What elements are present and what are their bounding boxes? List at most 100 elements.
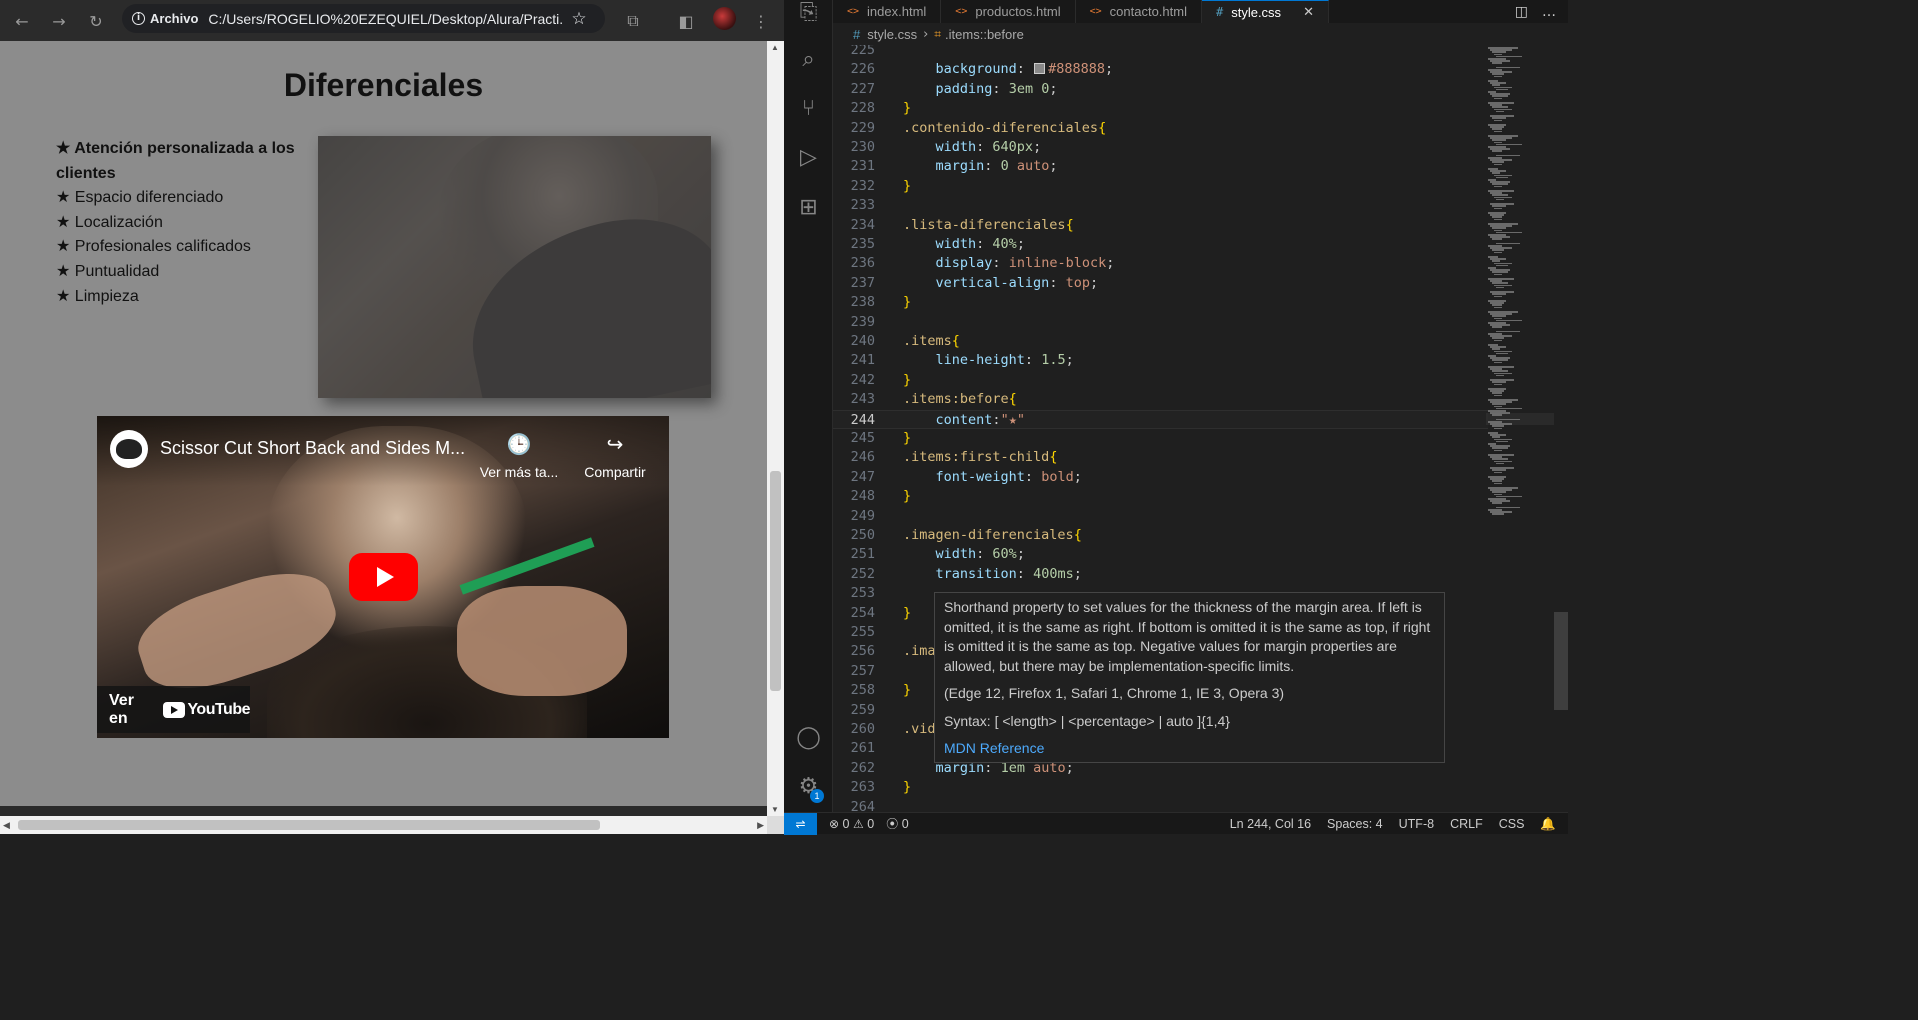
watch-on-youtube-button[interactable]: Ver en YouTube xyxy=(97,686,250,733)
explorer-icon[interactable]: ⎘ xyxy=(784,0,833,32)
code-line[interactable]: 239 xyxy=(833,313,1488,332)
code-line[interactable]: 230 width: 640px; xyxy=(833,138,1488,157)
line-number: 253 xyxy=(850,585,875,602)
code-line[interactable]: 231 margin: 0 auto; xyxy=(833,157,1488,176)
breadcrumb-symbol[interactable]: .items::before xyxy=(945,27,1024,42)
scroll-down-icon[interactable]: ▼ xyxy=(771,805,779,814)
code-line[interactable]: 235 width: 40%; xyxy=(833,235,1488,254)
scroll-up-icon[interactable]: ▲ xyxy=(771,43,779,52)
code-line[interactable]: 226 background: #888888; xyxy=(833,60,1488,79)
indentation[interactable]: Spaces: 4 xyxy=(1327,817,1383,831)
line-number: 226 xyxy=(850,61,875,78)
forward-icon[interactable]: → xyxy=(46,8,72,34)
side-panel-icon[interactable]: ◧ xyxy=(673,8,699,34)
line-ending[interactable]: CRLF xyxy=(1450,817,1483,831)
editor-scrollbar[interactable] xyxy=(1554,612,1568,710)
line-number: 237 xyxy=(850,274,875,291)
code-line[interactable]: 227 padding: 3em 0; xyxy=(833,80,1488,99)
accounts-icon[interactable]: ◯ xyxy=(784,717,833,757)
run-debug-icon[interactable]: ▷ xyxy=(784,137,833,177)
source-control-icon[interactable]: ⑂ xyxy=(784,88,833,128)
html-file-icon: <> xyxy=(955,6,968,17)
h-scroll-thumb[interactable] xyxy=(18,820,600,830)
scroll-thumb[interactable] xyxy=(770,471,781,691)
code-line[interactable]: 229 .contenido-diferenciales{ xyxy=(833,119,1488,138)
menu-icon[interactable]: ⋮ xyxy=(748,8,774,34)
horizontal-scrollbar[interactable]: ◀ ▶ xyxy=(0,816,767,834)
remote-icon[interactable]: ⇌ xyxy=(784,812,817,835)
scroll-right-icon[interactable]: ▶ xyxy=(757,820,764,831)
manage-gear-icon[interactable]: ⚙ xyxy=(784,766,833,806)
site-info-chip[interactable]: i Archivo xyxy=(132,11,198,26)
profile-avatar[interactable] xyxy=(713,7,736,30)
code-line[interactable]: 249 xyxy=(833,507,1488,526)
code-line[interactable]: 241 line-height: 1.5; xyxy=(833,351,1488,370)
code-line[interactable]: 236 display: inline-block; xyxy=(833,254,1488,273)
color-swatch[interactable] xyxy=(1034,63,1046,75)
youtube-embed[interactable]: Scissor Cut Short Back and Sides M... 🕒 … xyxy=(97,416,669,738)
extensions-icon[interactable]: ⊞ xyxy=(784,187,833,227)
search-icon[interactable]: ⌕ xyxy=(784,39,833,79)
tab-productos-html[interactable]: <> productos.html xyxy=(941,0,1076,23)
breadcrumb-file[interactable]: style.css xyxy=(867,27,917,42)
video-title[interactable]: Scissor Cut Short Back and Sides M... xyxy=(160,438,470,459)
code-line[interactable]: 244 content:"★" xyxy=(833,409,1488,429)
code-text: width: 60%; xyxy=(935,546,1025,563)
share-button[interactable]: ↪ Compartir xyxy=(575,432,655,480)
cursor-position[interactable]: Ln 244, Col 16 xyxy=(1230,817,1311,831)
tab-index-html[interactable]: <> index.html xyxy=(833,0,942,23)
scroll-left-icon[interactable]: ◀ xyxy=(3,820,10,831)
tab-style-css[interactable]: # style.css ✕ xyxy=(1201,0,1329,23)
mdn-reference-link[interactable]: MDN Reference xyxy=(944,740,1044,756)
tab-contacto-html[interactable]: <> contacto.html xyxy=(1076,0,1202,23)
css-file-icon: # xyxy=(853,26,861,42)
code-line[interactable]: 243 .items:before{ xyxy=(833,390,1488,409)
code-line[interactable]: 234 .lista-diferenciales{ xyxy=(833,216,1488,235)
code-line[interactable]: 233 xyxy=(833,196,1488,215)
code-line[interactable]: 228} xyxy=(833,99,1488,118)
code-line[interactable]: 232} xyxy=(833,177,1488,196)
star-icon[interactable]: ☆ xyxy=(571,9,586,29)
vertical-scrollbar[interactable]: ▲ ▼ xyxy=(767,41,784,816)
close-icon[interactable]: ✕ xyxy=(1303,5,1314,20)
play-button[interactable] xyxy=(349,553,418,601)
code-line[interactable]: 252 transition: 400ms; xyxy=(833,565,1488,584)
code-line[interactable]: 250 .imagen-diferenciales{ xyxy=(833,526,1488,545)
watch-later-button[interactable]: 🕒 Ver más ta... xyxy=(475,432,563,480)
code-text: } xyxy=(903,371,912,388)
reload-icon[interactable]: ↻ xyxy=(83,8,109,34)
code-line[interactable]: 263} xyxy=(833,778,1488,797)
more-actions-icon[interactable]: … xyxy=(1542,4,1556,20)
code-line[interactable]: 237 vertical-align: top; xyxy=(833,274,1488,293)
language-mode[interactable]: CSS xyxy=(1499,817,1525,831)
code-line[interactable]: 247 font-weight: bold; xyxy=(833,468,1488,487)
minimap-slider[interactable] xyxy=(1486,413,1554,425)
minimap[interactable] xyxy=(1488,45,1554,812)
code-text: } xyxy=(903,604,912,621)
code-line[interactable]: 242} xyxy=(833,371,1488,390)
barber-image xyxy=(318,136,711,398)
url-text[interactable]: C:/Users/ROGELIO%20EZEQUIEL/Desktop/Alur… xyxy=(208,11,563,27)
code-line[interactable]: 246 .items:first-child{ xyxy=(833,448,1488,467)
code-line[interactable]: 251 width: 60%; xyxy=(833,545,1488,564)
code-line[interactable]: 264 xyxy=(833,798,1488,812)
split-editor-icon[interactable]: ◫ xyxy=(1515,4,1528,20)
back-icon[interactable]: ← xyxy=(9,8,35,34)
code-line[interactable]: 245} xyxy=(833,429,1488,448)
extensions-icon[interactable]: ⧉ xyxy=(620,8,646,34)
line-number: 264 xyxy=(850,798,875,812)
channel-avatar[interactable] xyxy=(110,430,148,468)
address-bar[interactable]: i Archivo C:/Users/ROGELIO%20EZEQUIEL/De… xyxy=(122,4,605,33)
line-number: 243 xyxy=(850,391,875,408)
bell-icon[interactable]: 🔔 xyxy=(1540,816,1556,832)
youtube-logo-text: YouTube xyxy=(187,700,250,718)
code-line[interactable]: 238} xyxy=(833,293,1488,312)
page-viewport: Diferenciales ★ Atención personalizada a… xyxy=(0,41,767,818)
problems-indicator[interactable]: ⊗ 0 ⚠ 0 xyxy=(829,817,874,831)
encoding[interactable]: UTF-8 xyxy=(1399,817,1434,831)
code-text: .ima xyxy=(903,643,936,660)
code-line[interactable]: 225 xyxy=(833,45,1488,60)
ports-indicator[interactable]: ⦿ 0 xyxy=(886,815,908,832)
code-line[interactable]: 248} xyxy=(833,487,1488,506)
code-line[interactable]: 240 .items{ xyxy=(833,332,1488,351)
